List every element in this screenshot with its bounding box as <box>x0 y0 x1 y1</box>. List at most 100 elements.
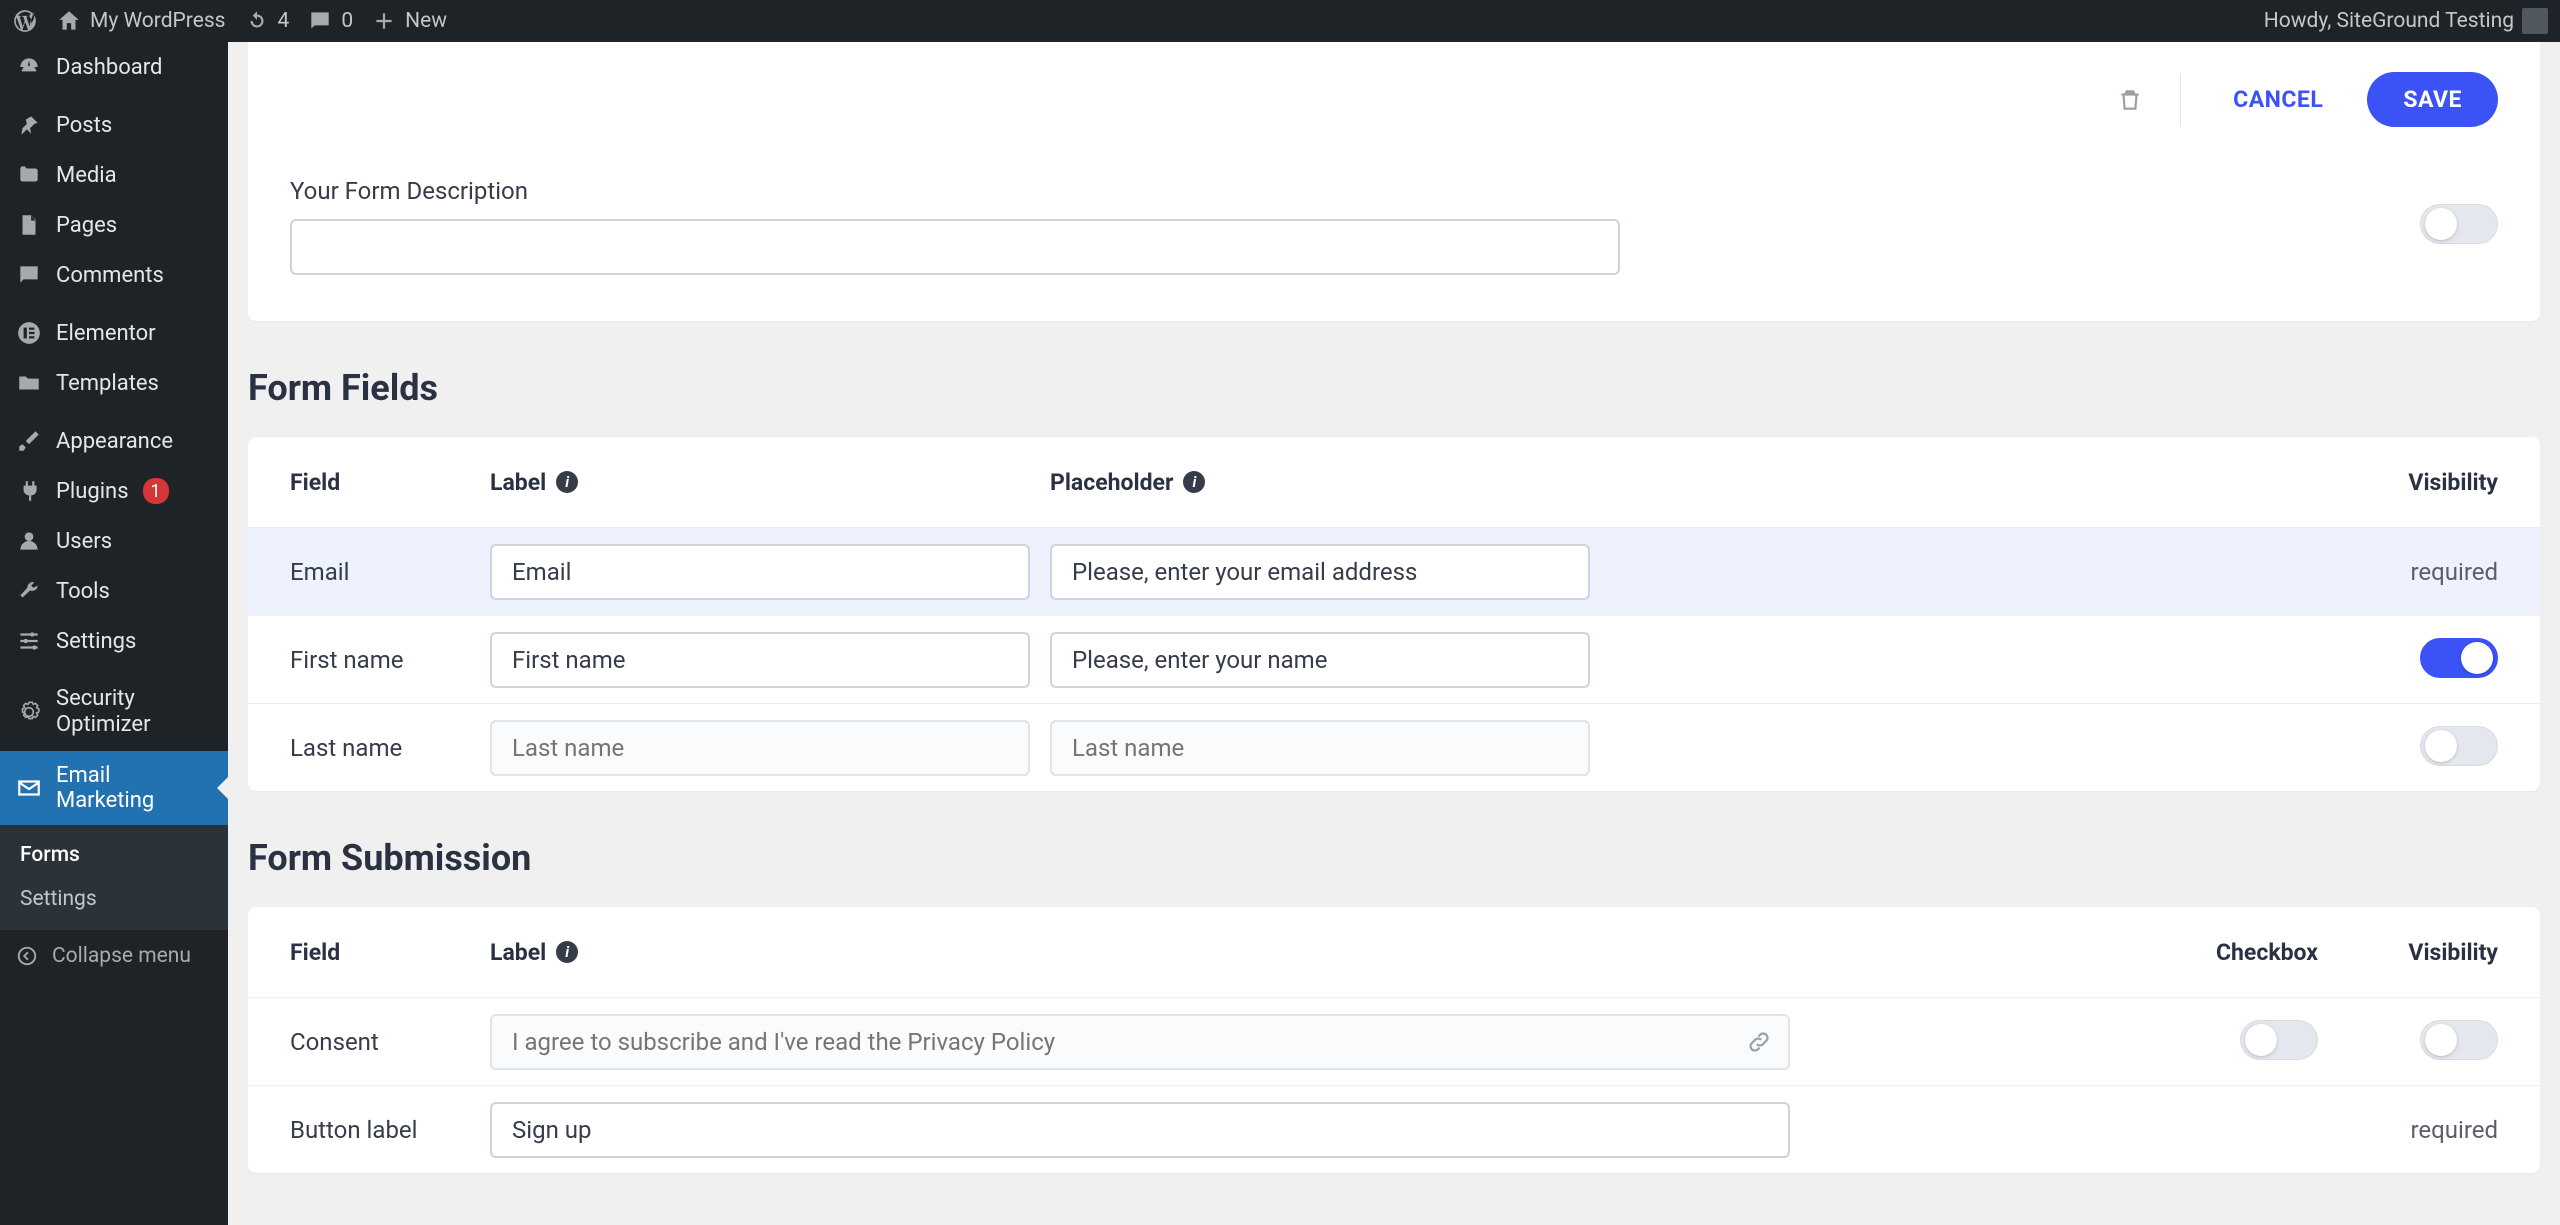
new-link[interactable]: New <box>371 8 447 34</box>
elementor-icon <box>16 320 42 346</box>
sliders-icon <box>16 628 42 654</box>
info-icon[interactable]: i <box>556 471 578 493</box>
sidebar-item-appearance[interactable]: Appearance <box>0 416 228 466</box>
folder-icon <box>16 370 42 396</box>
field-visibility: required <box>2318 1116 2498 1144</box>
field-placeholder-input[interactable] <box>1050 632 1590 688</box>
consent-visibility-toggle[interactable] <box>2420 1020 2498 1060</box>
sidebar-item-security-optimizer[interactable]: Security Optimizer <box>0 674 228 751</box>
brush-icon <box>16 428 42 454</box>
submission-row-button: Button label required <box>248 1085 2540 1173</box>
howdy-text: Howdy, SiteGround Testing <box>2264 9 2514 33</box>
sidebar-label: Elementor <box>56 321 156 346</box>
th-field: Field <box>290 469 490 496</box>
field-row-email: Email required <box>248 527 2540 615</box>
sidebar-label: Comments <box>56 263 164 288</box>
th-label: Label i <box>490 469 1050 496</box>
sidebar-label: Settings <box>56 629 136 654</box>
site-name-link[interactable]: My WordPress <box>56 8 226 34</box>
wp-logo[interactable] <box>12 8 38 34</box>
th-placeholder: Placeholder i <box>1050 469 2318 496</box>
comment-icon <box>307 8 333 34</box>
sidebar-item-elementor[interactable]: Elementor <box>0 308 228 358</box>
field-label-input[interactable] <box>490 544 1030 600</box>
sidebar-item-comments[interactable]: Comments <box>0 250 228 300</box>
page-icon <box>16 212 42 238</box>
info-icon[interactable]: i <box>556 941 578 963</box>
comment-icon <box>16 262 42 288</box>
field-name: Consent <box>290 1028 490 1056</box>
consent-checkbox-toggle[interactable] <box>2240 1020 2318 1060</box>
submission-row-consent: Consent <box>248 997 2540 1085</box>
sidebar-item-plugins[interactable]: Plugins 1 <box>0 466 228 516</box>
sidebar-item-tools[interactable]: Tools <box>0 566 228 616</box>
form-submission-title: Form Submission <box>248 837 2540 879</box>
sidebar-label: Appearance <box>56 429 173 454</box>
sidebar-item-dashboard[interactable]: Dashboard <box>0 42 228 92</box>
th-visibility: Visibility <box>2408 939 2498 966</box>
comments-count: 0 <box>341 9 353 33</box>
email-marketing-submenu: Forms Settings <box>0 825 228 929</box>
field-label-input[interactable] <box>490 720 1030 776</box>
updates-count: 4 <box>278 9 290 33</box>
form-description-input[interactable] <box>290 219 1620 275</box>
delete-form-button[interactable] <box>2110 80 2150 120</box>
th-label: Label i <box>490 939 2098 966</box>
consent-label-input[interactable] <box>490 1014 1790 1070</box>
info-icon[interactable]: i <box>1183 471 1205 493</box>
field-placeholder-input[interactable] <box>1050 720 1590 776</box>
plugins-badge: 1 <box>143 478 169 504</box>
field-placeholder-input[interactable] <box>1050 544 1590 600</box>
wrench-icon <box>16 578 42 604</box>
sidebar-label: Plugins <box>56 479 129 504</box>
sidebar-label: Templates <box>56 371 159 396</box>
form-fields-title: Form Fields <box>248 367 2540 409</box>
sidebar-label: Pages <box>56 213 117 238</box>
media-icon <box>16 162 42 188</box>
email-marketing-icon <box>16 775 42 801</box>
sidebar-label: Media <box>56 163 117 188</box>
th-field: Field <box>290 939 490 966</box>
field-row-lastname: Last name <box>248 703 2540 791</box>
form-description-toggle[interactable] <box>2420 204 2498 244</box>
collapse-icon <box>16 945 38 967</box>
form-description-label: Your Form Description <box>290 177 2380 205</box>
howdy-link[interactable]: Howdy, SiteGround Testing <box>2264 8 2548 34</box>
button-label-input[interactable] <box>490 1102 1790 1158</box>
cancel-button[interactable]: CANCEL <box>2211 72 2345 127</box>
field-label-input[interactable] <box>490 632 1030 688</box>
sidebar-label: Tools <box>56 579 110 604</box>
comments-link[interactable]: 0 <box>307 8 353 34</box>
sidebar-item-email-marketing[interactable]: Email Marketing <box>0 751 228 825</box>
form-header-card: CANCEL SAVE Your Form Description <box>248 42 2540 321</box>
form-fields-card: Field Label i Placeholder i Visibility E… <box>248 437 2540 791</box>
pin-icon <box>16 112 42 138</box>
sidebar-item-media[interactable]: Media <box>0 150 228 200</box>
form-submission-card: Field Label i Checkbox Visibility Consen… <box>248 907 2540 1173</box>
submenu-forms[interactable]: Forms <box>0 833 228 877</box>
field-visibility-toggle[interactable] <box>2420 638 2498 678</box>
field-name: Email <box>290 558 490 586</box>
th-checkbox: Checkbox <box>2216 939 2318 966</box>
field-name: Last name <box>290 734 490 762</box>
field-visibility: required <box>2318 558 2498 586</box>
gear-icon <box>16 699 42 725</box>
dashboard-icon <box>16 54 42 80</box>
link-icon[interactable] <box>1746 1029 1772 1055</box>
plug-icon <box>16 478 42 504</box>
plus-icon <box>371 8 397 34</box>
sidebar-item-pages[interactable]: Pages <box>0 200 228 250</box>
field-row-firstname: First name <box>248 615 2540 703</box>
submenu-settings[interactable]: Settings <box>0 877 228 921</box>
updates-link[interactable]: 4 <box>244 8 290 34</box>
field-visibility-toggle[interactable] <box>2420 726 2498 766</box>
sidebar-item-settings[interactable]: Settings <box>0 616 228 666</box>
main-content: CANCEL SAVE Your Form Description Form F… <box>228 42 2560 1225</box>
sidebar-item-users[interactable]: Users <box>0 516 228 566</box>
avatar <box>2522 8 2548 34</box>
sidebar-item-templates[interactable]: Templates <box>0 358 228 408</box>
sidebar-item-posts[interactable]: Posts <box>0 100 228 150</box>
save-button[interactable]: SAVE <box>2367 72 2498 127</box>
sidebar-label: Users <box>56 529 112 554</box>
collapse-menu[interactable]: Collapse menu <box>0 929 228 982</box>
